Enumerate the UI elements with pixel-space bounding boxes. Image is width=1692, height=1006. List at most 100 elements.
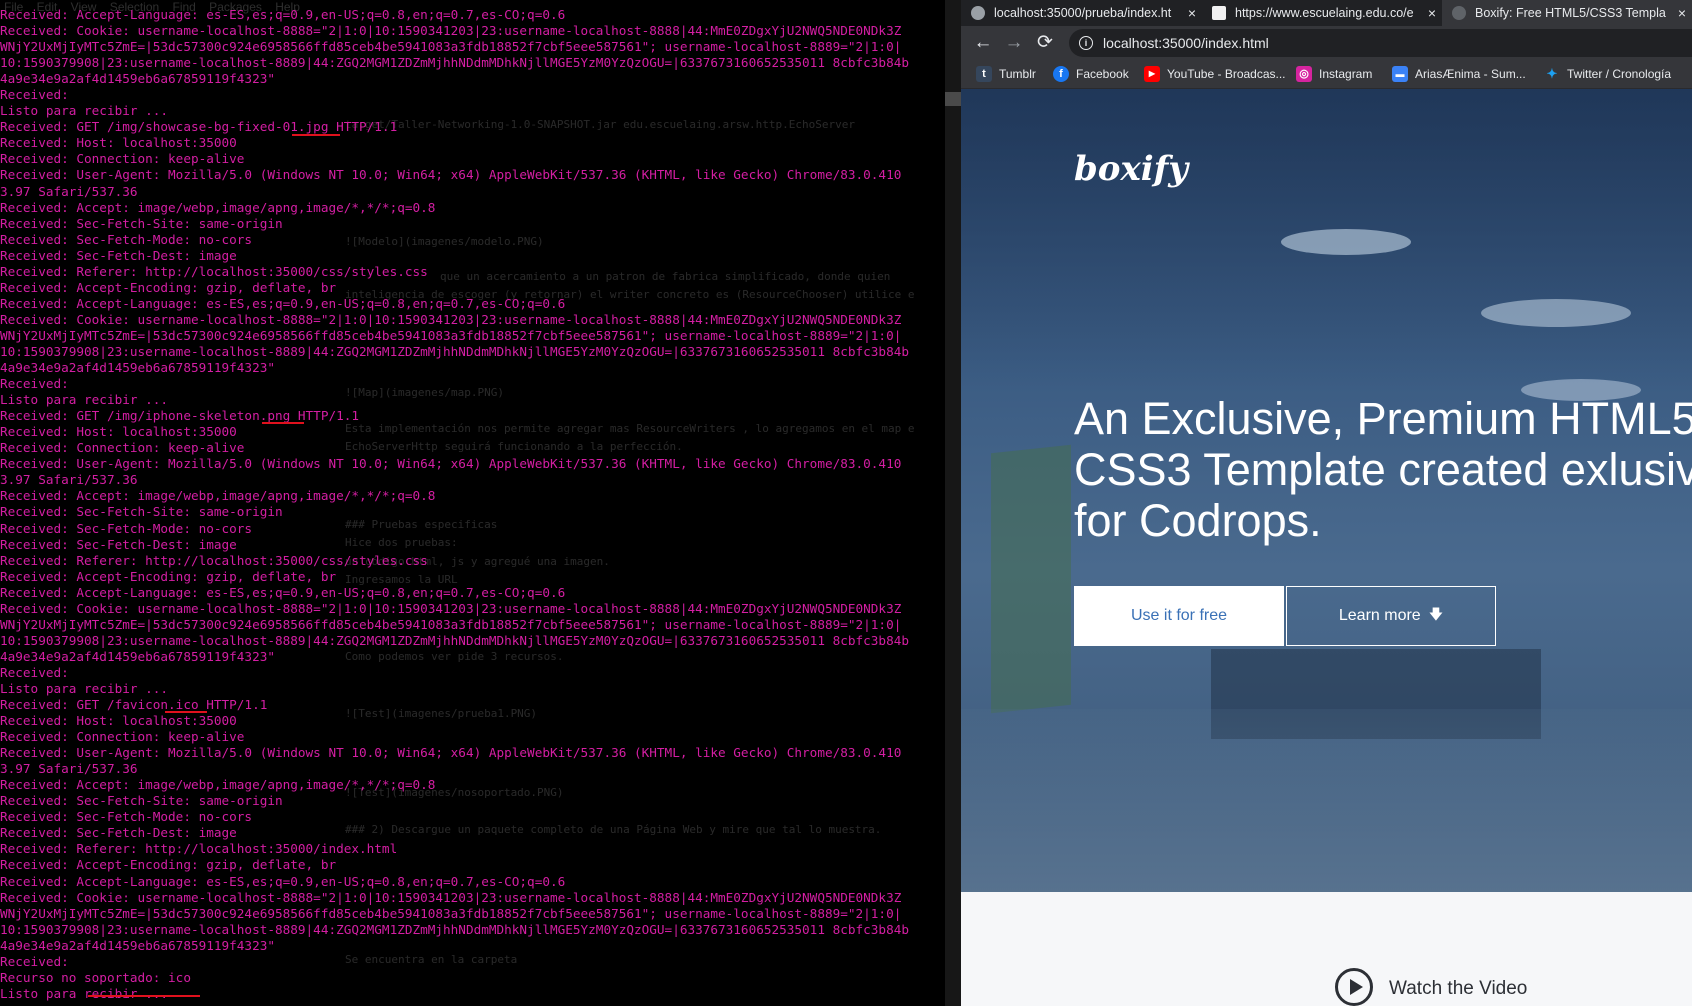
terminal-scrollbar[interactable] bbox=[945, 0, 961, 1006]
facebook-icon: f bbox=[1053, 66, 1069, 82]
browser-toolbar: ← → ⟳ i localhost:35000/index.html bbox=[961, 26, 1692, 60]
tab-boxify[interactable]: Boxify: Free HTML5/CSS3 Templa × bbox=[1442, 0, 1692, 26]
video-section: Watch the Video bbox=[961, 892, 1692, 1006]
bookmark-twitter[interactable]: ✦ Twitter / Cronología bbox=[1544, 66, 1672, 82]
terminal-log-line: Received: Connection: keep-alive bbox=[0, 729, 245, 745]
url-text[interactable]: localhost:35000/index.html bbox=[1103, 35, 1269, 51]
tab-localhost-prueba[interactable]: localhost:35000/prueba/index.ht × bbox=[961, 0, 1202, 26]
ariasaenima-icon: ▬ bbox=[1392, 66, 1408, 82]
watch-video-link[interactable]: Watch the Video bbox=[1389, 978, 1527, 1000]
learn-more-button[interactable]: Learn more 🡇 bbox=[1286, 586, 1496, 646]
terminal-log-line: Received: Sec-Fetch-Site: same-origin bbox=[0, 793, 283, 809]
terminal-log-line: Received: Cookie: username-localhost-888… bbox=[0, 889, 902, 905]
bookmark-youtube[interactable]: ▶ YouTube - Broadcas... bbox=[1144, 66, 1286, 82]
tab-title: localhost:35000/prueba/index.ht bbox=[994, 6, 1172, 20]
terminal-log-line: Received: Accept: image/webp,image/apng,… bbox=[0, 777, 436, 793]
terminal-log-line: Received: bbox=[0, 664, 69, 680]
terminal-log-line: Received: GET /favicon.ico HTTP/1.1 bbox=[0, 697, 268, 713]
highlight-underline bbox=[165, 711, 207, 713]
terminal-output: Received: Accept-Language: es-ES,es;q=0.… bbox=[0, 7, 950, 1002]
terminal-log-line: 4a9e34e9a2af4d1459eb6a67859119f4323" bbox=[0, 648, 275, 664]
reload-icon[interactable]: ⟳ bbox=[1034, 32, 1056, 54]
terminal-log-line: Received: Accept-Language: es-ES,es;q=0.… bbox=[0, 295, 566, 311]
youtube-icon: ▶ bbox=[1144, 66, 1160, 82]
terminal-log-line: Received: Accept-Language: es-ES,es;q=0.… bbox=[0, 873, 566, 889]
close-icon[interactable]: × bbox=[1428, 5, 1436, 21]
tab-escuelaing[interactable]: https://www.escuelaing.edu.co/e × bbox=[1202, 0, 1442, 26]
bookmark-facebook[interactable]: f Facebook bbox=[1053, 66, 1129, 82]
page-icon bbox=[1212, 6, 1226, 20]
bookmark-label: Facebook bbox=[1076, 67, 1129, 81]
terminal-log-line: 3.97 Safari/537.36 bbox=[0, 472, 138, 488]
terminal-log-line: Received: Sec-Fetch-Site: same-origin bbox=[0, 215, 283, 231]
bookmark-instagram[interactable]: ◎ Instagram bbox=[1296, 66, 1372, 82]
terminal-scrollbar-thumb[interactable] bbox=[945, 92, 961, 106]
terminal-log-line: WNjY2UxMjIyMTc5ZmE=|53dc57300c924e695856… bbox=[0, 616, 902, 632]
green-wall-panel bbox=[991, 444, 1071, 714]
bookmark-ariasaenima[interactable]: ▬ AriasÆnima - Sum... bbox=[1392, 66, 1526, 82]
play-icon[interactable] bbox=[1335, 968, 1373, 1006]
ceiling-lamp bbox=[1281, 229, 1411, 255]
highlight-underline bbox=[262, 422, 304, 424]
tab-title: Boxify: Free HTML5/CSS3 Templa bbox=[1475, 6, 1666, 20]
bookmark-label: Twitter / Cronología bbox=[1567, 67, 1672, 81]
bookmark-tumblr[interactable]: t Tumblr bbox=[976, 66, 1036, 82]
bookmark-label: YouTube - Broadcas... bbox=[1167, 67, 1286, 81]
globe-icon bbox=[1452, 6, 1466, 20]
terminal-log-line: Received: Host: localhost:35000 bbox=[0, 424, 237, 440]
terminal-log-line: Received: Accept-Encoding: gzip, deflate… bbox=[0, 279, 337, 295]
terminal-log-line: Listo para recibir ... bbox=[0, 103, 169, 119]
tab-strip: localhost:35000/prueba/index.ht × https:… bbox=[961, 0, 1692, 26]
address-bar[interactable]: i localhost:35000/index.html bbox=[1069, 29, 1692, 57]
arrow-down-icon: 🡇 bbox=[1428, 606, 1444, 622]
hero-section: boxify An Exclusive, Premium HTML5 & CSS… bbox=[961, 89, 1692, 892]
terminal-log-line: Received: Host: localhost:35000 bbox=[0, 713, 237, 729]
twitter-icon: ✦ bbox=[1546, 66, 1558, 81]
terminal-log-line: Received: Accept-Encoding: gzip, deflate… bbox=[0, 568, 337, 584]
back-arrow-icon[interactable]: ← bbox=[972, 32, 994, 54]
terminal-log-line: 4a9e34e9a2af4d1459eb6a67859119f4323" bbox=[0, 71, 275, 87]
terminal-log-line: Received: Connection: keep-alive bbox=[0, 151, 245, 167]
terminal-log-line: Received: Referer: http://localhost:3500… bbox=[0, 263, 428, 279]
terminal-log-line: 4a9e34e9a2af4d1459eb6a67859119f4323" bbox=[0, 937, 275, 953]
instagram-icon: ◎ bbox=[1296, 66, 1312, 82]
terminal-log-line: Received: bbox=[0, 87, 69, 103]
terminal-log-line: Received: GET /img/iphone-skeleton.png H… bbox=[0, 408, 360, 424]
button-label: Learn more bbox=[1338, 607, 1421, 624]
terminal-log-line: Received: Sec-Fetch-Mode: no-cors bbox=[0, 520, 253, 536]
button-label: Use it for free bbox=[1130, 607, 1228, 624]
ceiling-lamp bbox=[1481, 299, 1631, 327]
terminal-log-line: Received: Accept-Language: es-ES,es;q=0.… bbox=[0, 7, 566, 22]
close-icon[interactable]: × bbox=[1188, 5, 1196, 21]
tumblr-icon: t bbox=[976, 66, 992, 82]
terminal-log-line: Received: User-Agent: Mozilla/5.0 (Windo… bbox=[0, 745, 902, 761]
terminal-log-line: Received: Accept: image/webp,image/apng,… bbox=[0, 199, 436, 215]
terminal-log-line: Received: User-Agent: Mozilla/5.0 (Windo… bbox=[0, 456, 902, 472]
terminal-window[interactable]: File Edit View Selection Find Packages H… bbox=[0, 0, 961, 1006]
globe-icon bbox=[971, 6, 985, 20]
terminal-log-line: Received: bbox=[0, 953, 69, 969]
terminal-log-line: Received: Sec-Fetch-Mode: no-cors bbox=[0, 809, 253, 825]
forward-arrow-icon[interactable]: → bbox=[1003, 32, 1025, 54]
terminal-log-line: Received: Cookie: username-localhost-888… bbox=[0, 600, 902, 616]
bookmark-label: AriasÆnima - Sum... bbox=[1415, 67, 1526, 81]
terminal-log-line: WNjY2UxMjIyMTc5ZmE=|53dc57300c924e695856… bbox=[0, 905, 902, 921]
info-icon[interactable]: i bbox=[1079, 36, 1093, 50]
terminal-log-line: Received: Sec-Fetch-Site: same-origin bbox=[0, 504, 283, 520]
terminal-log-line: Received: bbox=[0, 376, 69, 392]
terminal-log-line: WNjY2UxMjIyMTc5ZmE=|53dc57300c924e695856… bbox=[0, 39, 902, 55]
terminal-log-line: Received: Sec-Fetch-Mode: no-cors bbox=[0, 231, 253, 247]
terminal-log-line: Received: Referer: http://localhost:3500… bbox=[0, 552, 428, 568]
terminal-log-line: 3.97 Safari/537.36 bbox=[0, 183, 138, 199]
terminal-log-line: Received: User-Agent: Mozilla/5.0 (Windo… bbox=[0, 167, 902, 183]
terminal-log-line: Received: Cookie: username-localhost-888… bbox=[0, 311, 902, 327]
terminal-log-line: Received: Sec-Fetch-Dest: image bbox=[0, 247, 237, 263]
bookmark-label: Tumblr bbox=[999, 67, 1036, 81]
site-logo[interactable]: boxify bbox=[1074, 149, 1188, 189]
use-it-free-button[interactable]: Use it for free bbox=[1074, 586, 1284, 646]
terminal-log-line: 10:1590379908|23:username-localhost-8889… bbox=[0, 343, 909, 359]
terminal-log-line: 3.97 Safari/537.36 bbox=[0, 761, 138, 777]
terminal-log-line: Listo para recibir ... bbox=[0, 392, 169, 408]
close-icon[interactable]: × bbox=[1678, 5, 1686, 21]
highlight-underline bbox=[88, 995, 200, 997]
